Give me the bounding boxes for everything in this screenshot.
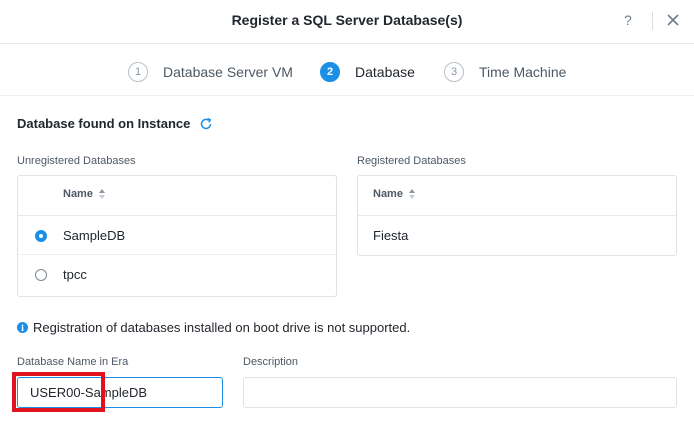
- wizard-steps: 1 Database Server VM 2 Database 3 Time M…: [0, 52, 694, 96]
- radio-sampledb[interactable]: [35, 230, 47, 242]
- registered-databases-label: Registered Databases: [357, 155, 466, 167]
- registered-databases-table: Name Fiesta: [357, 175, 677, 256]
- sort-icon: [98, 189, 105, 199]
- step-label: Database: [355, 64, 415, 80]
- step-number: 3: [444, 62, 464, 82]
- database-name: Fiesta: [373, 228, 409, 243]
- column-label: Name: [63, 188, 93, 200]
- close-button[interactable]: [662, 8, 684, 32]
- step-label: Database Server VM: [163, 64, 293, 80]
- step-time-machine[interactable]: 3 Time Machine: [444, 62, 566, 82]
- table-row[interactable]: SampleDB: [18, 216, 336, 255]
- database-name-input[interactable]: [17, 377, 223, 408]
- step-database[interactable]: 2 Database: [320, 62, 415, 82]
- info-message: i Registration of databases installed on…: [17, 320, 410, 335]
- unregistered-databases-label: Unregistered Databases: [17, 155, 136, 167]
- name-column-header[interactable]: Name: [373, 188, 415, 200]
- close-icon: [667, 14, 679, 26]
- step-number: 2: [320, 62, 340, 82]
- database-name-label: Database Name in Era: [17, 356, 129, 368]
- refresh-icon[interactable]: [199, 117, 213, 131]
- help-button[interactable]: ?: [624, 12, 632, 28]
- unregistered-databases-table: Name SampleDB tpcc: [17, 175, 337, 297]
- sort-icon: [408, 189, 415, 199]
- info-text: Registration of databases installed on b…: [33, 320, 411, 335]
- dialog-title: Register a SQL Server Database(s): [231, 12, 463, 28]
- radio-tpcc[interactable]: [35, 269, 47, 281]
- table-header: Name: [18, 176, 336, 216]
- header-divider: [652, 12, 653, 30]
- info-icon: i: [17, 322, 28, 333]
- section-title: Database found on Instance: [17, 116, 213, 131]
- table-row: Fiesta: [358, 216, 676, 255]
- name-column-header[interactable]: Name: [63, 188, 105, 200]
- step-database-server-vm[interactable]: 1 Database Server VM: [128, 62, 293, 82]
- step-number: 1: [128, 62, 148, 82]
- column-label: Name: [373, 188, 403, 200]
- description-input[interactable]: [243, 377, 677, 408]
- table-header: Name: [358, 176, 676, 216]
- dialog-header: Register a SQL Server Database(s) ?: [0, 0, 694, 44]
- description-label: Description: [243, 356, 299, 368]
- database-name: SampleDB: [63, 228, 126, 243]
- table-row[interactable]: tpcc: [18, 255, 336, 294]
- database-name: tpcc: [63, 267, 87, 282]
- section-title-text: Database found on Instance: [17, 116, 191, 131]
- step-label: Time Machine: [479, 64, 567, 80]
